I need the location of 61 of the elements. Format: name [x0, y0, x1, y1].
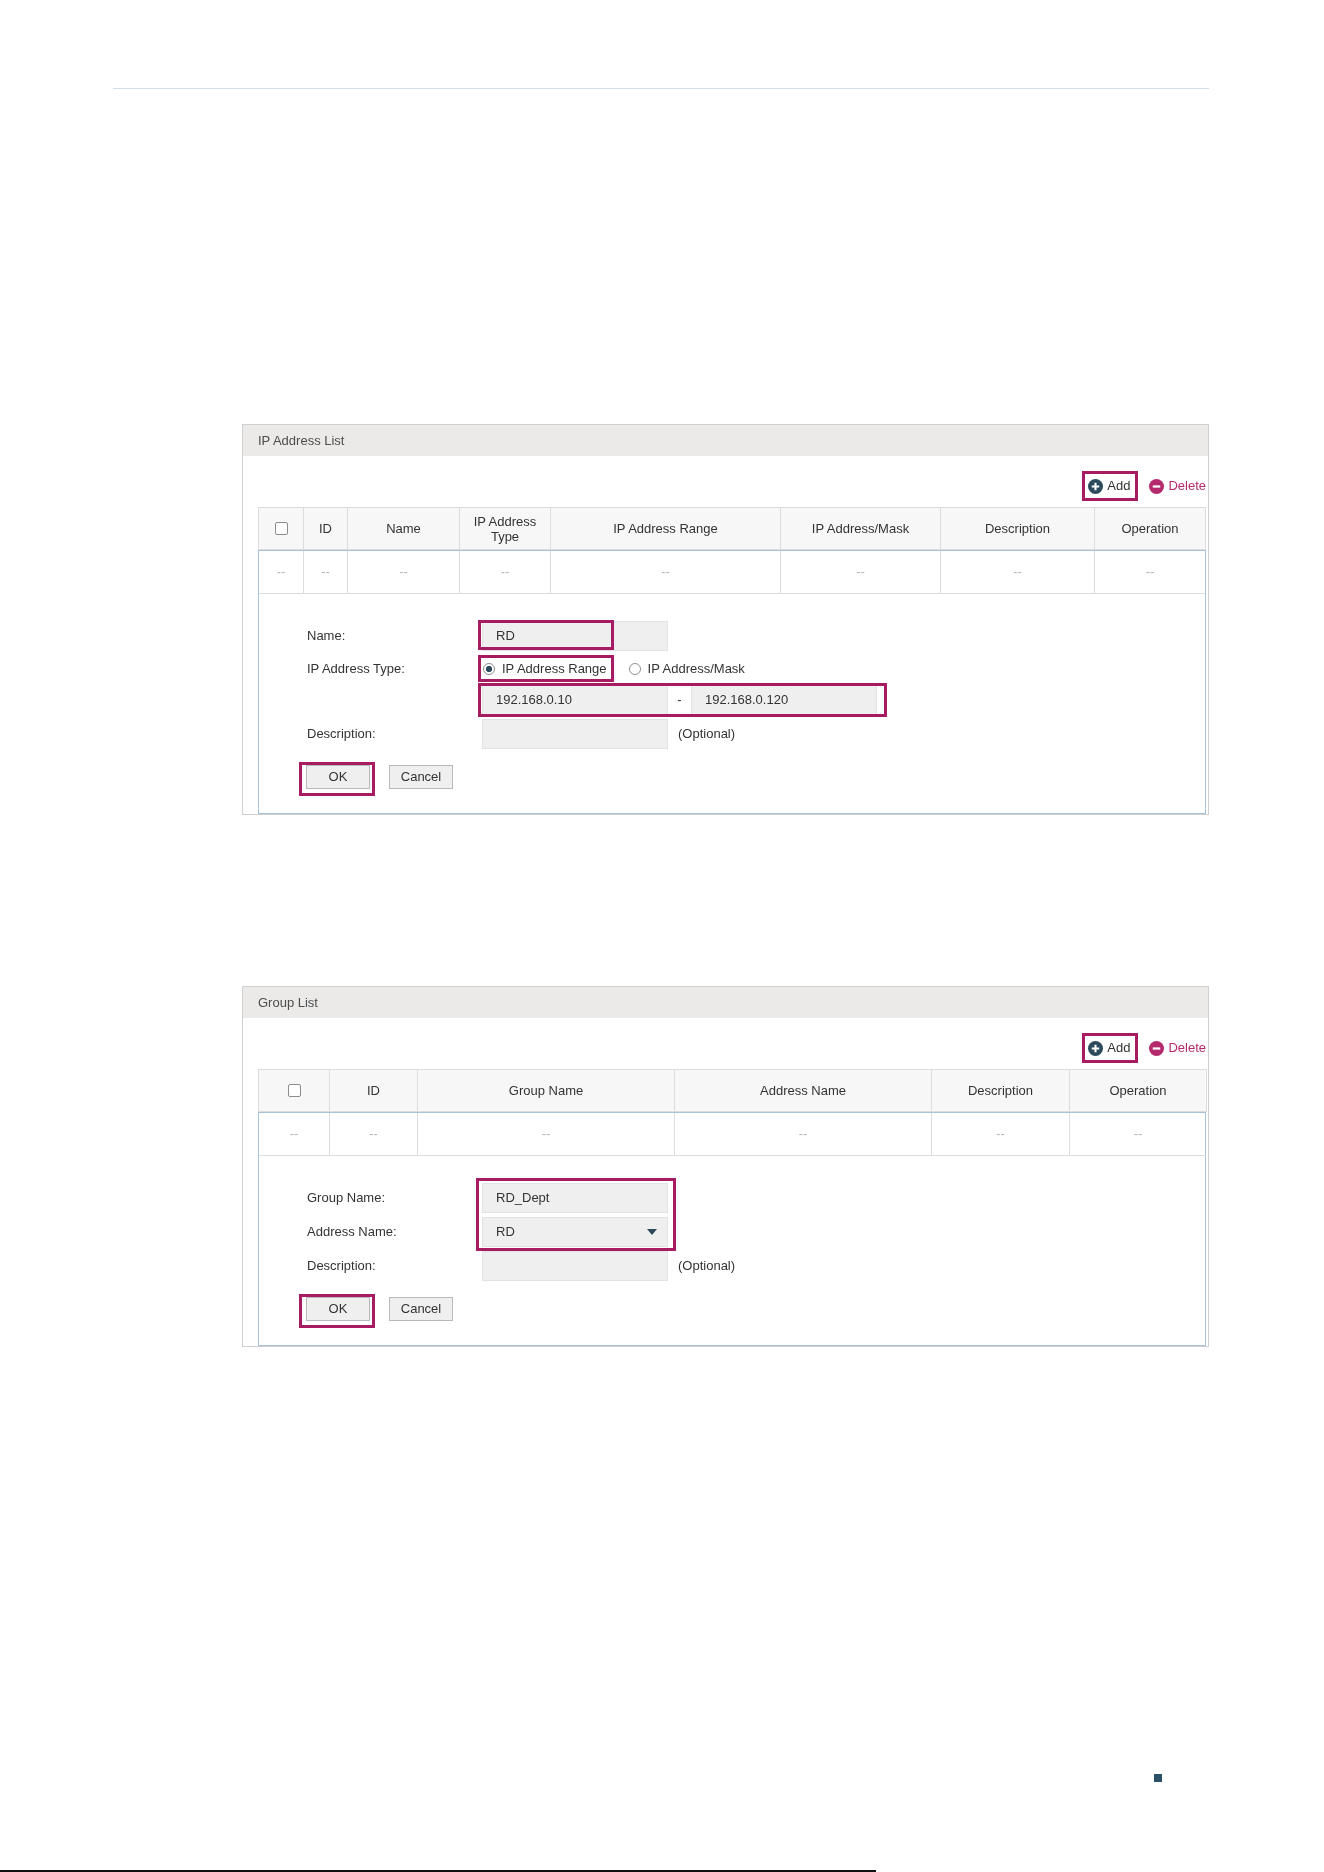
field-label: Description:: [307, 1258, 377, 1274]
column-header: Description: [941, 507, 1095, 550]
column-header: ID: [304, 507, 348, 550]
table-cell: --: [304, 551, 348, 594]
table-cell: --: [781, 551, 941, 594]
column-header: ID: [330, 1069, 418, 1112]
column-header: Operation: [1070, 1069, 1207, 1112]
panel-title: IP Address List: [258, 432, 345, 449]
dropdown-field[interactable]: RD: [482, 1217, 668, 1247]
checkbox[interactable]: [274, 522, 288, 535]
plus-circle-icon: [1088, 1040, 1104, 1056]
column-header: Description: [932, 1069, 1070, 1112]
table-cell: --: [348, 551, 460, 594]
form-button[interactable]: Cancel: [389, 1297, 453, 1321]
plus-circle-icon: [1088, 478, 1104, 494]
add-button[interactable]: Add: [1088, 1037, 1131, 1059]
form-button[interactable]: OK: [306, 765, 370, 789]
minus-circle-icon: [1149, 1040, 1165, 1056]
column-header: IP Address Range: [551, 507, 781, 550]
input-field[interactable]: 192.168.0.10: [482, 685, 668, 715]
range-separator: -: [676, 692, 683, 708]
square-bullet-icon: [1154, 1774, 1162, 1782]
table-cell: --: [675, 1113, 932, 1156]
table-cell: --: [1070, 1113, 1206, 1156]
column-header: IP Address/Mask: [781, 507, 941, 550]
table-cell: --: [330, 1113, 418, 1156]
radio-option[interactable]: IP Address Range: [483, 660, 607, 677]
optional-note: (Optional): [678, 1258, 736, 1274]
form-button[interactable]: Cancel: [389, 765, 453, 789]
table-cell: --: [460, 551, 551, 594]
panel-title: Group List: [258, 994, 318, 1011]
field-label: Description:: [307, 726, 377, 742]
input-field[interactable]: [482, 1251, 668, 1281]
input-field[interactable]: [482, 719, 668, 749]
delete-button[interactable]: Delete: [1149, 475, 1206, 497]
field-label: Group Name:: [307, 1190, 387, 1206]
table-cell: --: [259, 1113, 330, 1156]
radio-option[interactable]: IP Address/Mask: [628, 660, 745, 677]
column-header: IP Address Type: [460, 507, 551, 550]
table-cell: --: [551, 551, 781, 594]
column-header: Name: [348, 507, 460, 550]
table-cell: --: [418, 1113, 675, 1156]
table-cell: --: [259, 551, 304, 594]
checkbox[interactable]: [287, 1084, 301, 1097]
input-field[interactable]: 192.168.0.120: [691, 685, 877, 715]
input-field[interactable]: RD_Dept: [482, 1183, 668, 1213]
form-button[interactable]: OK: [306, 1297, 370, 1321]
column-header: Operation: [1095, 507, 1206, 550]
delete-button[interactable]: Delete: [1149, 1037, 1206, 1059]
minus-circle-icon: [1149, 478, 1165, 494]
table-cell: --: [941, 551, 1095, 594]
table-cell: --: [932, 1113, 1070, 1156]
optional-note: (Optional): [678, 726, 736, 742]
column-header: Group Name: [418, 1069, 675, 1112]
caret-icon: [647, 1229, 657, 1235]
column-header: Address Name: [675, 1069, 932, 1112]
table-cell: --: [1095, 551, 1205, 594]
field-label: IP Address Type:: [307, 660, 406, 677]
add-button[interactable]: Add: [1088, 475, 1131, 497]
field-label: Address Name:: [307, 1224, 398, 1240]
field-label: Name:: [307, 628, 347, 644]
